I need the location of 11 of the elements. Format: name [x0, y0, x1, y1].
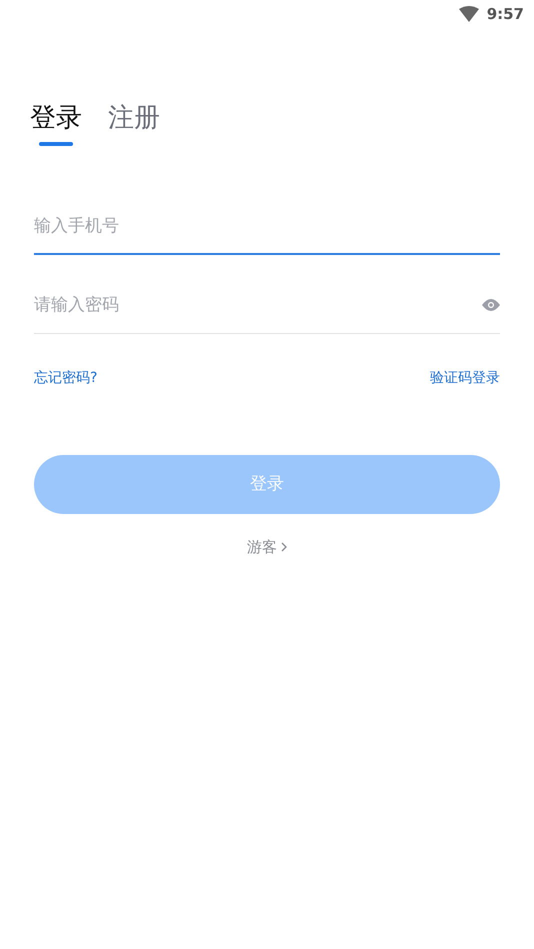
eye-icon[interactable]: [482, 299, 500, 311]
tab[interactable]: 注册: [108, 100, 160, 146]
guest-link[interactable]: 游客: [247, 536, 287, 558]
code-login-link[interactable]: 验证码登录: [430, 368, 500, 389]
tab[interactable]: 登录: [30, 100, 82, 146]
wifi-icon: [458, 6, 479, 22]
clock-time: 9:57: [486, 4, 524, 25]
phone-field[interactable]: 输入手机号: [34, 198, 500, 255]
forgot-password-link[interactable]: 忘记密码?: [34, 368, 98, 389]
chevron-right-icon: [281, 542, 287, 552]
tab-indicator: [39, 142, 73, 146]
